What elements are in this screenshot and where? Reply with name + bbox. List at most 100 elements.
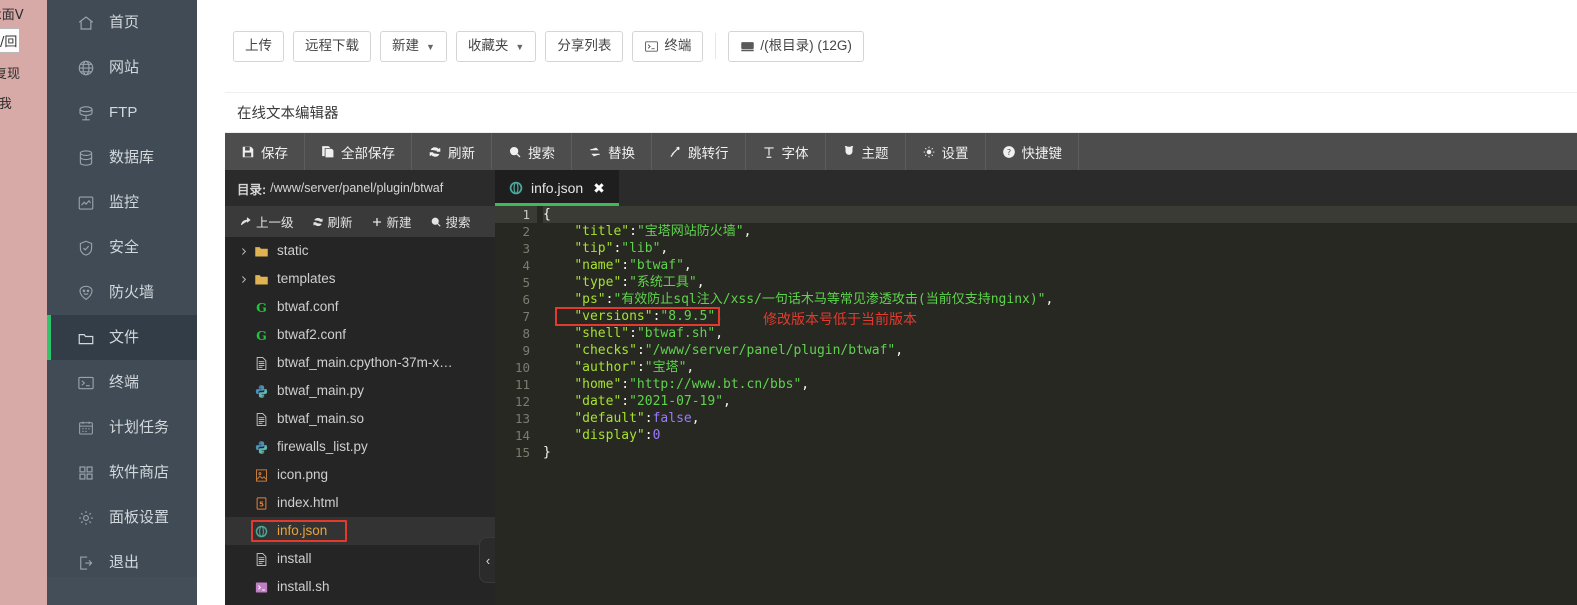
sidebar-item-6[interactable]: 防火墙 <box>47 270 197 315</box>
sidebar-item-1[interactable]: 网站 <box>47 45 197 90</box>
code-token: "versions" <box>574 309 653 324</box>
chevron-right-icon[interactable] <box>235 247 251 256</box>
sidebar-item-7[interactable]: 文件 <box>47 315 197 360</box>
sidebar-footer <box>47 577 197 605</box>
gear-icon <box>75 507 97 529</box>
page-title-row: 在线文本编辑器 <box>225 93 1577 133</box>
tree-item-label: index.html <box>277 495 339 511</box>
code-content[interactable]: { "title":"宝塔网站防火墙", "tip":"lib", "name"… <box>537 206 1577 605</box>
disk-usage-button[interactable]: /(根目录) (12G) <box>728 30 864 62</box>
editor-toolbar-label: 快捷键 <box>1021 145 1063 161</box>
action-button-0[interactable]: 上传 <box>233 30 284 62</box>
editor-toolbar-theme[interactable]: 主题 <box>826 133 906 170</box>
editor-toolbar-save[interactable]: 保存 <box>225 133 305 170</box>
tree-item-9[interactable]: 5 index.html <box>225 489 495 517</box>
edge-fragment: /回 <box>0 28 21 53</box>
directory-prefix: 目录: <box>237 182 267 197</box>
sidebar-item-5[interactable]: 安全 <box>47 225 197 270</box>
code-token: "lib" <box>621 241 661 256</box>
directory-path: 目录: /www/server/panel/plugin/btwaf <box>225 170 495 206</box>
tab-info-json[interactable]: info.json ✖ <box>495 170 619 206</box>
tree-item-11[interactable]: install <box>225 545 495 573</box>
action-button-5[interactable]: 终端 <box>632 30 704 62</box>
refresh-icon <box>312 216 324 228</box>
tree-item-8[interactable]: icon.png <box>225 461 495 489</box>
sidebar-item-11[interactable]: 面板设置 <box>47 495 197 540</box>
goto-line-icon <box>668 145 682 159</box>
tree-toolbar-search[interactable]: 搜索 <box>421 212 480 231</box>
sidebar-item-10[interactable]: 软件商店 <box>47 450 197 495</box>
editor-toolbar-gear[interactable]: 设置 <box>906 133 986 170</box>
editor-toolbar-label: 主题 <box>861 145 889 161</box>
editor-toolbar-help[interactable]: ? 快捷键 <box>986 133 1079 170</box>
tree-item-3[interactable]: Gbtwaf2.conf <box>225 321 495 349</box>
refresh-icon <box>428 145 442 159</box>
editor-toolbar-replace[interactable]: 替换 <box>572 133 652 170</box>
tree-toolbar-refresh[interactable]: 刷新 <box>303 212 362 231</box>
action-button-3[interactable]: 收藏夹 ▼ <box>455 30 537 62</box>
code-token: : <box>636 343 645 358</box>
action-button-4[interactable]: 分享列表 <box>545 30 624 62</box>
code-token: , <box>691 411 700 426</box>
tree-item-10[interactable]: info.json <box>225 517 495 545</box>
editor-toolbar-goto-line[interactable]: 跳转行 <box>652 133 746 170</box>
tree-item-2[interactable]: Gbtwaf.conf <box>225 293 495 321</box>
sidebar-item-9[interactable]: 计划任务 <box>47 405 197 450</box>
line-number: 13 <box>514 411 530 426</box>
action-button-2[interactable]: 新建 ▼ <box>380 30 447 62</box>
chevron-down-icon: ▼ <box>515 41 525 52</box>
line-number: 10 <box>514 360 530 375</box>
code-line: } <box>543 444 1577 461</box>
tree-toolbar-up-level[interactable]: 上一级 <box>231 212 303 231</box>
sidebar-item-8[interactable]: 终端 <box>47 360 197 405</box>
chevron-right-icon[interactable] <box>235 275 251 284</box>
sidebar-item-2[interactable]: FTP <box>47 90 197 135</box>
code-token: , <box>686 360 695 375</box>
editor-toolbar-font[interactable]: 字体 <box>746 133 826 170</box>
svg-text:G: G <box>256 328 267 343</box>
tree-item-12[interactable]: install.sh <box>225 573 495 601</box>
code-token: } <box>543 445 551 460</box>
action-button-1[interactable]: 远程下载 <box>293 30 371 62</box>
collapse-panel-button[interactable]: ‹ <box>479 537 495 583</box>
sidebar-item-0[interactable]: 首页 <box>47 0 197 45</box>
terminal-icon <box>75 372 97 394</box>
tree-item-1[interactable]: templates <box>225 265 495 293</box>
action-button-label: 终端 <box>664 38 692 54</box>
tree-item-13[interactable]: repair.sh <box>225 601 495 605</box>
tree-item-6[interactable]: btwaf_main.so <box>225 405 495 433</box>
tree-item-7[interactable]: firewalls_list.py <box>225 433 495 461</box>
sidebar-item-label: 文件 <box>109 329 140 346</box>
save-icon <box>241 145 255 159</box>
close-icon[interactable]: ✖ <box>593 181 605 195</box>
sidebar-item-3[interactable]: 数据库 <box>47 135 197 180</box>
code-token: , <box>715 326 724 341</box>
sidebar-item-label: 退出 <box>109 554 140 571</box>
file-tree-panel: 上一级 刷新 新建 搜索 static templates Gbtwaf.conf Gbtw… <box>225 206 495 605</box>
editor-toolbar-save-all[interactable]: 全部保存 <box>305 133 412 170</box>
code-token: : <box>644 411 653 426</box>
code-token: , <box>696 275 705 290</box>
editor-toolbar-refresh[interactable]: 刷新 <box>412 133 492 170</box>
code-token: : <box>644 428 653 443</box>
code-token: 0 <box>652 428 661 443</box>
tree-item-4[interactable]: btwaf_main.cpython-37m-x… <box>225 349 495 377</box>
code-token: "type" <box>574 275 622 290</box>
sidebar-item-label: 网站 <box>109 59 140 76</box>
tree-item-0[interactable]: static <box>225 237 495 265</box>
code-token: false <box>652 411 692 426</box>
editor-toolbar-label: 跳转行 <box>688 145 729 161</box>
code-token: "2021-07-19" <box>629 394 724 409</box>
sidebar-item-4[interactable]: 监控 <box>47 180 197 225</box>
gear-icon <box>922 145 936 159</box>
line-number: 11 <box>514 377 530 392</box>
code-token: "http://www.bt.cn/bbs" <box>629 377 802 392</box>
editor-toolbar-label: 刷新 <box>448 145 475 161</box>
editor-toolbar-search[interactable]: 搜索 <box>492 133 572 170</box>
code-editor[interactable]: 1 2 3 4 5 6 7 8 9 10 11 12 13 14 15 { "title":"宝塔网站防火墙… <box>495 206 1577 605</box>
tree-item-5[interactable]: btwaf_main.py <box>225 377 495 405</box>
page-title: 在线文本编辑器 <box>237 106 339 122</box>
tree-toolbar-plus[interactable]: 新建 <box>362 212 421 231</box>
